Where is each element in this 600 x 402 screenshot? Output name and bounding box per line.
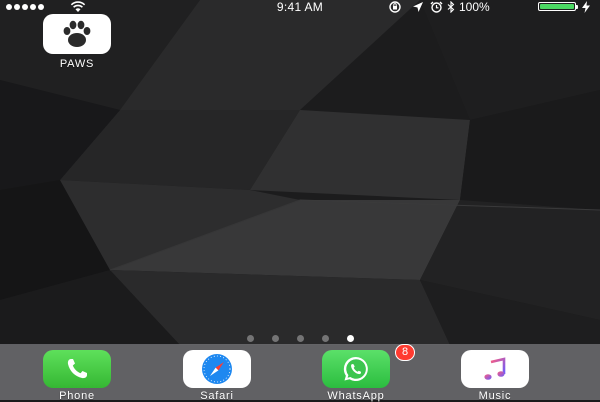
battery-level [540, 4, 574, 9]
dock-app-safari[interactable]: Safari [183, 350, 251, 402]
music-app-icon[interactable] [461, 350, 529, 388]
bluetooth-icon [447, 1, 455, 13]
safari-app-icon[interactable] [183, 350, 251, 388]
page-dot[interactable] [296, 335, 304, 342]
notification-badge: 8 [395, 344, 415, 361]
app-label: PAWS [59, 58, 95, 70]
phone-app-icon[interactable] [43, 350, 111, 388]
location-icon [413, 2, 423, 12]
battery-percentage: 100% [459, 0, 490, 14]
app-label: Music [478, 390, 512, 402]
charging-bolt-icon [582, 1, 590, 13]
orientation-lock-icon [389, 1, 401, 13]
whatsapp-icon [343, 356, 368, 381]
music-note-icon [484, 357, 506, 380]
page-dot[interactable] [321, 335, 329, 342]
app-label: Safari [200, 390, 234, 402]
page-dot[interactable] [246, 335, 254, 342]
page-indicator[interactable] [0, 335, 600, 342]
dock-app-music[interactable]: Music [461, 350, 529, 402]
dock-app-whatsapp[interactable]: 8 WhatsApp [322, 344, 415, 402]
page-dot[interactable] [271, 335, 279, 342]
compass-icon [202, 354, 232, 384]
whatsapp-app-icon[interactable]: 8 [322, 344, 415, 388]
alarm-icon [430, 1, 443, 13]
dock-app-phone[interactable]: Phone [43, 350, 111, 402]
phone-icon [67, 359, 87, 379]
app-paws[interactable]: PAWS [43, 14, 111, 70]
battery-icon [538, 2, 578, 11]
app-label: WhatsApp [327, 390, 385, 402]
status-bar: 9:41 AM 100% [0, 0, 600, 14]
app-label: Phone [59, 390, 95, 402]
paws-app-icon[interactable] [43, 14, 111, 54]
page-dot-current[interactable] [346, 335, 354, 342]
clock: 9:41 AM [276, 0, 324, 14]
dock: Phone Safari 8 WhatsApp Music [0, 344, 600, 402]
paw-icon [63, 20, 91, 47]
